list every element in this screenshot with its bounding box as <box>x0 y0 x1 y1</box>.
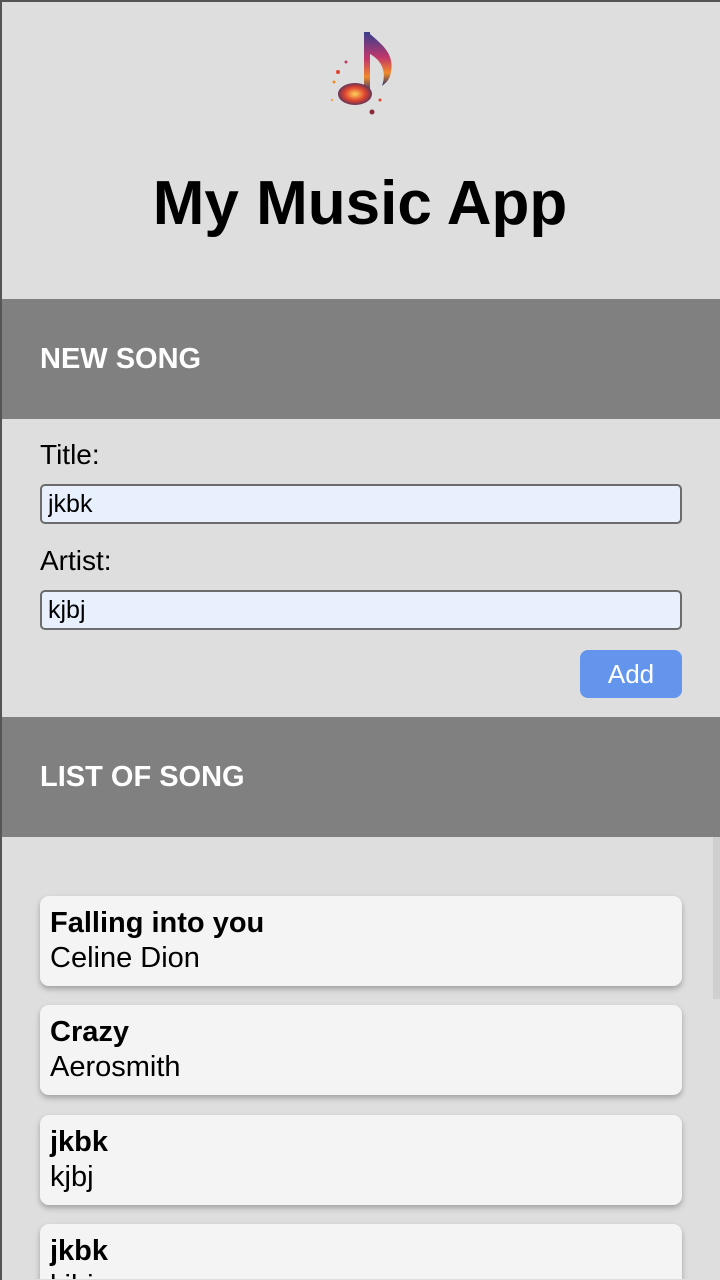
song-title: Falling into you <box>50 907 265 939</box>
song-list[interactable]: Falling into you Celine Dion Crazy Aeros… <box>0 837 720 1279</box>
artist-label: Artist: <box>40 545 112 576</box>
song-card[interactable]: jkbk kjbj <box>40 1224 682 1279</box>
song-card[interactable]: Crazy Aerosmith <box>40 1005 682 1095</box>
song-artist: Aerosmith <box>50 1051 181 1083</box>
song-card[interactable]: jkbk kjbj <box>40 1115 682 1205</box>
song-title: jkbk <box>50 1235 109 1267</box>
song-title: Crazy <box>50 1016 129 1048</box>
music-note-icon <box>330 32 392 115</box>
new-song-section-header: NEW SONG <box>0 299 720 419</box>
song-list-section-header: LIST OF SONG <box>0 717 720 837</box>
song-artist: kjbj <box>50 1269 672 1279</box>
song-title: jkbk <box>50 1126 109 1158</box>
scrollbar[interactable] <box>713 837 720 999</box>
page-title: My Music App <box>152 169 568 238</box>
song-card[interactable]: Falling into you Celine Dion <box>40 896 682 986</box>
song-artist: Celine Dion <box>50 942 200 974</box>
add-button[interactable]: Add <box>580 650 682 698</box>
new-song-heading: NEW SONG <box>40 343 202 375</box>
new-song-form: Title: Artist: Add <box>0 419 720 717</box>
title-input[interactable] <box>40 484 682 524</box>
artist-input[interactable] <box>40 590 682 630</box>
title-label: Title: <box>40 439 100 470</box>
song-list-heading: LIST OF SONG <box>40 761 245 793</box>
app-header: My Music App <box>0 0 720 299</box>
song-artist: kjbj <box>50 1161 94 1193</box>
